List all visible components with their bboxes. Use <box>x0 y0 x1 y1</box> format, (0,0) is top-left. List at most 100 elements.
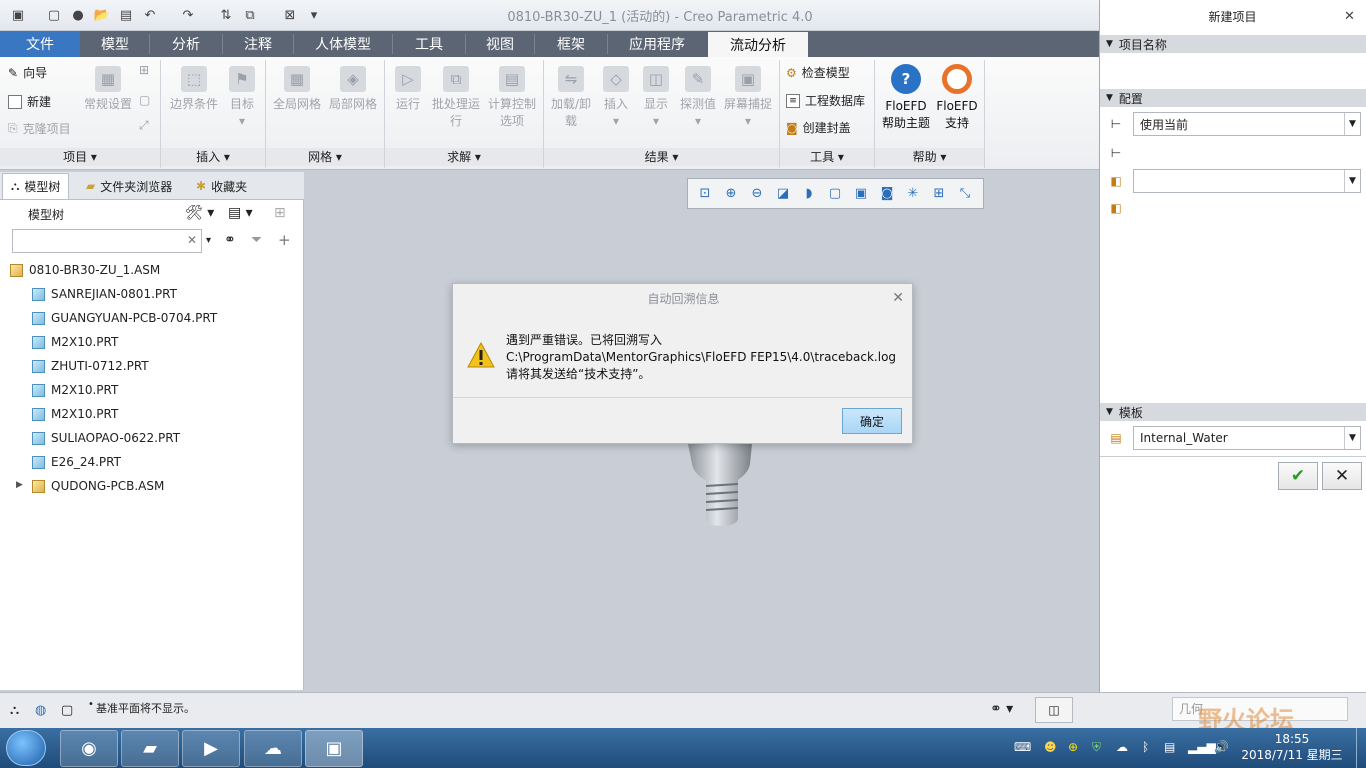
tab-analysis[interactable]: 分析 <box>150 31 222 57</box>
boundary-conditions-button[interactable]: ⬚ 边界条件 <box>166 66 222 113</box>
filter-funnel-icon[interactable]: ⏷ <box>251 232 262 248</box>
group-mesh-label[interactable]: 网格 ▾ <box>266 148 384 166</box>
tree-icon[interactable]: ⊞ <box>139 63 149 77</box>
section-project-name[interactable]: ▼ 项目名称 <box>1100 35 1366 53</box>
screen-capture-button[interactable]: ▣ 屏幕捕捉 ▾ <box>722 66 774 130</box>
units-select[interactable]: ▼ <box>1133 169 1361 193</box>
chart-icon[interactable]: ⤢ <box>139 118 149 133</box>
group-tools-label[interactable]: 工具 ▾ <box>780 148 874 166</box>
group-results-label[interactable]: 结果 ▾ <box>544 148 779 166</box>
group-project-label[interactable]: 项目 ▾ <box>0 148 160 166</box>
tab-tools[interactable]: 工具 <box>393 31 465 57</box>
tray-device-icon[interactable]: ▤ <box>1164 740 1175 754</box>
tray-cloud-icon[interactable]: ☁ <box>1116 740 1128 754</box>
spin-center-icon[interactable]: ⤡ <box>954 183 976 205</box>
tab-model[interactable]: 模型 <box>82 31 148 57</box>
new-icon[interactable]: ▢ <box>44 5 64 25</box>
tree-item[interactable]: ZHUTI-0712.PRT <box>32 355 149 377</box>
find-icon[interactable]: ⚭ ▾ <box>990 701 1013 717</box>
navigator-toggle-icon[interactable]: ⛬ <box>10 703 19 718</box>
view-manager-icon[interactable]: ▣ <box>850 183 872 205</box>
customize-icon[interactable]: ▾ <box>304 5 324 25</box>
group-insert-label[interactable]: 插入 ▾ <box>161 148 265 166</box>
tray-bluetooth-icon[interactable]: ᛒ <box>1142 740 1149 754</box>
perspective-icon[interactable]: ◙ <box>876 183 898 205</box>
group-solve-label[interactable]: 求解 ▾ <box>385 148 543 166</box>
taskbar-app-creo[interactable]: ▣ <box>305 730 363 767</box>
tab-flow-analysis[interactable]: 流动分析 <box>708 32 808 57</box>
tree-search-input[interactable]: ✕ <box>12 229 202 253</box>
tree-item[interactable]: SANREJIAN-0801.PRT <box>32 283 177 305</box>
results-insert-button[interactable]: ◇ 插入 ▾ <box>600 66 632 130</box>
tab-view[interactable]: 视图 <box>466 31 534 57</box>
accept-button[interactable]: ✔ <box>1278 462 1318 490</box>
project-name-field[interactable] <box>1100 54 1366 86</box>
fullscreen-icon[interactable]: ▢ <box>61 703 73 718</box>
clear-search-icon[interactable]: ✕ <box>187 233 197 247</box>
add-icon[interactable]: + <box>278 231 291 249</box>
tray-plus-icon[interactable]: ⊕ <box>1068 740 1078 754</box>
tab-file[interactable]: 文件 <box>0 31 80 57</box>
calculation-control-button[interactable]: ▤ 计算控制选项 <box>486 66 538 130</box>
tab-applications[interactable]: 应用程序 <box>608 31 706 57</box>
tab-model-tree[interactable]: ⛬ 模型树 <box>2 173 70 199</box>
group-help-label[interactable]: 帮助 ▾ <box>875 148 984 166</box>
cancel-button[interactable]: ✕ <box>1322 462 1362 490</box>
display-style-icon[interactable]: ◗ <box>798 183 820 205</box>
tree-item-subassembly[interactable]: QUDONG-PCB.ASM <box>32 475 164 497</box>
open-session-icon[interactable]: ● <box>68 5 88 25</box>
tab-favorites[interactable]: ✱ 收藏夹 <box>188 173 255 199</box>
show-desktop-button[interactable] <box>1356 728 1366 768</box>
tab-annotate[interactable]: 注释 <box>223 31 293 57</box>
datum-display-icon[interactable]: ⊞ <box>928 183 950 205</box>
clone-project-button[interactable]: ⎘ 克隆项目 <box>8 120 71 137</box>
system-clock[interactable]: 18:55 2018/7/11 星期三 <box>1232 731 1352 763</box>
tray-shield-icon[interactable]: ⛨ <box>1092 740 1101 755</box>
local-mesh-button[interactable]: ◈ 局部网格 <box>326 66 380 113</box>
engineering-database-button[interactable]: ≡ 工程数据库 <box>786 92 865 109</box>
tree-item[interactable]: GUANGYUAN-PCB-0704.PRT <box>32 307 217 329</box>
ok-button[interactable]: 确定 <box>842 408 902 434</box>
tree-item[interactable]: SULIAOPAO-0622.PRT <box>32 427 180 449</box>
selection-box-button[interactable]: ◫ <box>1035 697 1073 723</box>
repaint-icon[interactable]: ◪ <box>772 183 794 205</box>
tree-settings-icon[interactable]: 🛠 ▾ <box>185 205 214 221</box>
zoom-in-icon[interactable]: ⊕ <box>720 183 742 205</box>
load-unload-button[interactable]: ⇋ 加载/卸载 <box>548 66 594 130</box>
wizard-button[interactable]: ✎ 向导 <box>8 64 47 81</box>
goals-button[interactable]: ⚑ 目标 ▾ <box>226 66 258 130</box>
tree-item[interactable]: M2X10.PRT <box>32 331 118 353</box>
expand-arrow-icon[interactable]: ▶ <box>16 480 23 490</box>
annotation-display-icon[interactable]: ✳ <box>902 183 924 205</box>
general-settings-button[interactable]: ▦ 常规设置 <box>82 66 134 113</box>
floefd-help-button[interactable]: ? FloEFD 帮助主题 <box>880 64 932 132</box>
create-lids-button[interactable]: ◙ 创建封盖 <box>786 119 851 136</box>
redo-icon[interactable]: ↷ <box>178 5 198 25</box>
taskbar-app-media[interactable]: ▶ <box>182 730 240 767</box>
configuration-select[interactable]: 使用当前 ▼ <box>1133 112 1361 136</box>
run-button[interactable]: ▷ 运行 <box>390 66 426 113</box>
windows-icon[interactable]: ⧉ <box>240 5 260 25</box>
panel-close-icon[interactable]: ✕ <box>1344 9 1355 24</box>
tree-filter-icon[interactable]: ⊞ <box>274 205 286 221</box>
display-button[interactable]: ◫ 显示 ▾ <box>640 66 672 130</box>
network-icon[interactable]: ▂▄▆ <box>1188 740 1216 754</box>
copy-icon[interactable]: ▢ <box>139 93 150 107</box>
tree-item-root[interactable]: 0810-BR30-ZU_1.ASM <box>10 259 160 281</box>
floefd-support-button[interactable]: FloEFD 支持 <box>934 64 980 132</box>
tab-manikin[interactable]: 人体模型 <box>294 31 392 57</box>
find-binoculars-icon[interactable]: ⚭ <box>224 232 236 248</box>
global-mesh-button[interactable]: ▦ 全局网格 <box>270 66 324 113</box>
tree-item[interactable]: E26_24.PRT <box>32 451 121 473</box>
tray-cat-icon[interactable]: ☻ <box>1044 740 1057 754</box>
taskbar-app-explorer[interactable]: ▰ <box>121 730 179 767</box>
open-icon[interactable]: 📂 <box>92 5 112 25</box>
tab-framework[interactable]: 框架 <box>535 31 607 57</box>
tree-columns-icon[interactable]: ▤ ▾ <box>228 205 253 221</box>
section-configuration[interactable]: ▼ 配置 <box>1100 89 1366 107</box>
browser-toggle-icon[interactable]: ◍ <box>35 703 46 718</box>
bulb-model-icon[interactable] <box>686 440 756 530</box>
batch-run-button[interactable]: ⧉ 批处理运行 <box>430 66 482 130</box>
saved-views-icon[interactable]: ▢ <box>824 183 846 205</box>
close-window-icon[interactable]: ⊠ <box>280 5 300 25</box>
